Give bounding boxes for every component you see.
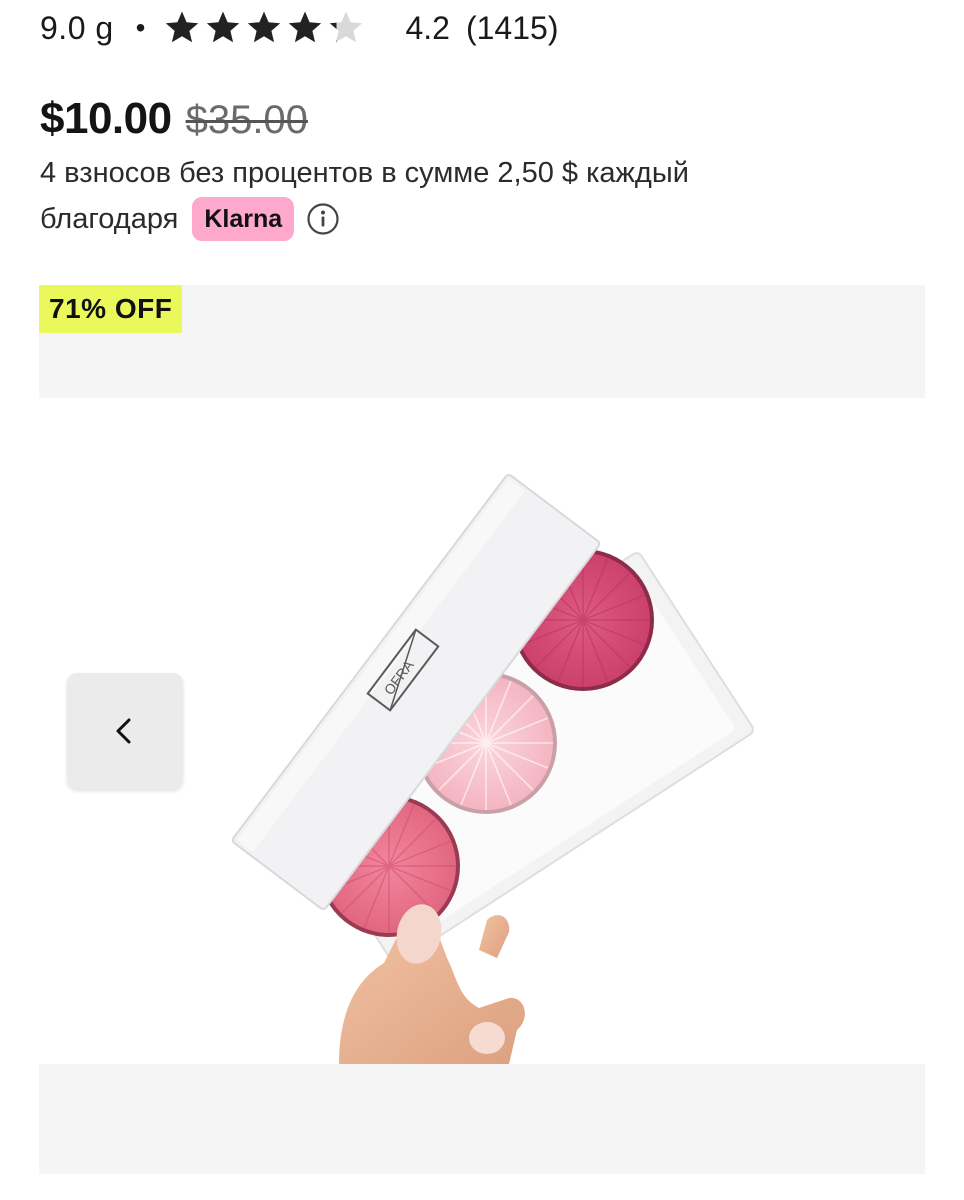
product-gallery[interactable]: OFRA 71% OFF — [39, 285, 925, 1174]
star-icon — [289, 11, 322, 43]
installments-text: 4 взносов без процентов в сумме 2,50 $ к… — [40, 157, 689, 189]
star-icon — [166, 11, 199, 43]
installments-info: 4 взносов без процентов в сумме 2,50 $ к… — [40, 150, 920, 242]
star-icon — [330, 11, 363, 43]
klarna-badge[interactable]: Klarna — [192, 197, 295, 241]
meta-separator: • — [135, 12, 146, 43]
installments-provider-row: благодаря Klarna — [40, 196, 920, 242]
previous-image-button[interactable] — [67, 673, 183, 789]
rating-stars[interactable] — [163, 9, 365, 47]
product-meta-row: 9.0 g • 4.2 (1415) — [40, 8, 558, 48]
star-icon — [248, 11, 281, 43]
product-weight: 9.0 g — [40, 9, 114, 46]
info-icon[interactable] — [306, 202, 340, 236]
review-count[interactable]: (1415) — [466, 10, 559, 47]
chevron-left-icon — [116, 718, 131, 744]
rating-value: 4.2 — [405, 9, 450, 46]
installments-via-text: благодаря — [40, 203, 179, 235]
discount-badge: 71% OFF — [39, 285, 183, 333]
price-row: $10.00 $35.00 — [40, 94, 308, 144]
star-icon — [207, 11, 240, 43]
sale-price: $10.00 — [40, 94, 172, 143]
original-price: $35.00 — [185, 98, 308, 142]
